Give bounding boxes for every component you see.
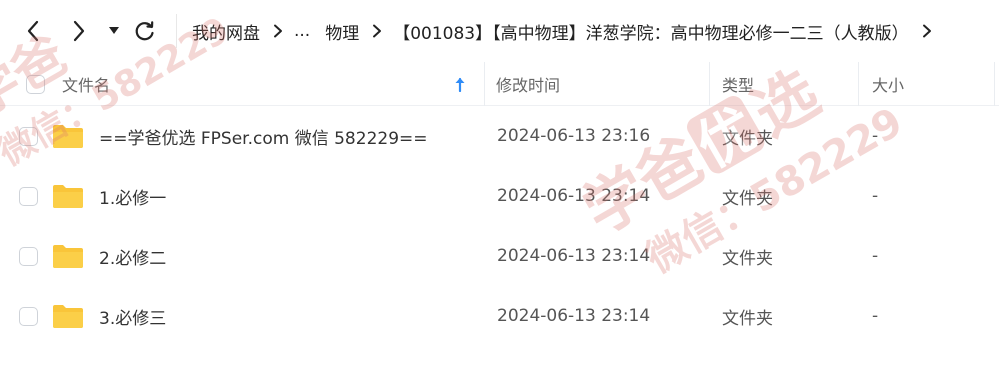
file-name[interactable]: ==学爸优选 FPSer.com 微信 582229== — [99, 106, 489, 166]
column-divider[interactable] — [709, 62, 710, 106]
file-name[interactable]: 2.必修二 — [99, 226, 489, 286]
column-header-modified-label: 修改时间 — [496, 76, 561, 95]
row-select-cell — [19, 106, 39, 166]
row-select-cell — [19, 286, 39, 346]
toolbar-divider — [176, 14, 177, 48]
column-header-name[interactable]: 文件名 — [62, 62, 482, 106]
select-all-checkbox[interactable] — [26, 74, 45, 94]
row-checkbox[interactable] — [19, 186, 38, 206]
history-dropdown-button[interactable] — [104, 16, 124, 46]
table-header: 文件名 修改时间 类型 大小 — [0, 62, 999, 106]
column-header-type[interactable]: 类型 — [722, 62, 858, 106]
column-header-size-label: 大小 — [872, 76, 905, 95]
file-modified: 2024-06-13 23:16 — [497, 126, 651, 146]
folder-icon — [52, 166, 86, 226]
table-row[interactable]: 3.必修三 2024-06-13 23:14 文件夹 - — [0, 286, 999, 346]
chevron-right-icon — [73, 20, 85, 42]
back-button[interactable] — [18, 16, 48, 46]
file-size: - — [872, 306, 879, 326]
file-name[interactable]: 1.必修一 — [99, 166, 489, 226]
breadcrumb: 我的网盘 ... 物理 【001083】【高中物理】洋葱学院：高中物理必修一二三… — [192, 16, 943, 46]
file-type: 文件夹 — [722, 308, 773, 329]
caret-down-icon — [109, 27, 119, 34]
breadcrumb-ellipsis[interactable]: ... — [294, 21, 310, 41]
row-select-cell — [19, 226, 39, 286]
file-browser-window: 我的网盘 ... 物理 【001083】【高中物理】洋葱学院：高中物理必修一二三… — [0, 0, 999, 366]
forward-button[interactable] — [64, 16, 94, 46]
breadcrumb-root[interactable]: 我的网盘 — [192, 19, 260, 44]
breadcrumb-separator-icon — [922, 24, 932, 38]
file-name[interactable]: 3.必修三 — [99, 286, 489, 346]
breadcrumb-separator-icon — [273, 24, 283, 38]
folder-icon — [52, 106, 86, 166]
refresh-button[interactable] — [130, 16, 160, 46]
table-row[interactable]: 1.必修一 2024-06-13 23:14 文件夹 - — [0, 166, 999, 226]
column-header-name-label: 文件名 — [62, 76, 111, 95]
column-header-modified[interactable]: 修改时间 — [496, 62, 708, 106]
column-header-type-label: 类型 — [722, 76, 755, 95]
file-modified: 2024-06-13 23:14 — [497, 186, 651, 206]
file-list-table: 文件名 修改时间 类型 大小 ==学爸优选 FPSer.com 微信 58222… — [0, 62, 999, 346]
file-type: 文件夹 — [722, 188, 773, 209]
file-modified: 2024-06-13 23:14 — [497, 306, 651, 326]
folder-icon — [52, 286, 86, 346]
table-row[interactable]: 2.必修二 2024-06-13 23:14 文件夹 - — [0, 226, 999, 286]
file-size: - — [872, 186, 879, 206]
select-all-cell — [26, 62, 46, 106]
row-checkbox[interactable] — [19, 126, 38, 146]
folder-icon — [52, 226, 86, 286]
file-size: - — [872, 246, 879, 266]
column-divider[interactable] — [484, 62, 485, 106]
file-size: - — [872, 126, 879, 146]
file-type: 文件夹 — [722, 128, 773, 149]
chevron-left-icon — [27, 20, 39, 42]
row-select-cell — [19, 166, 39, 226]
breadcrumb-current[interactable]: 【001083】【高中物理】洋葱学院：高中物理必修一二三（人教版） — [393, 19, 908, 44]
file-type: 文件夹 — [722, 248, 773, 269]
column-divider[interactable] — [994, 62, 995, 106]
column-header-size[interactable]: 大小 — [872, 62, 982, 106]
row-checkbox[interactable] — [19, 306, 38, 326]
file-modified: 2024-06-13 23:14 — [497, 246, 651, 266]
navigation-bar: 我的网盘 ... 物理 【001083】【高中物理】洋葱学院：高中物理必修一二三… — [0, 0, 999, 62]
breadcrumb-physics[interactable]: 物理 — [325, 19, 359, 44]
breadcrumb-separator-icon — [372, 24, 382, 38]
arrow-up-icon[interactable] — [454, 76, 466, 92]
row-checkbox[interactable] — [19, 246, 38, 266]
table-row[interactable]: ==学爸优选 FPSer.com 微信 582229== 2024-06-13 … — [0, 106, 999, 166]
column-divider[interactable] — [858, 62, 859, 106]
refresh-icon — [135, 21, 154, 41]
